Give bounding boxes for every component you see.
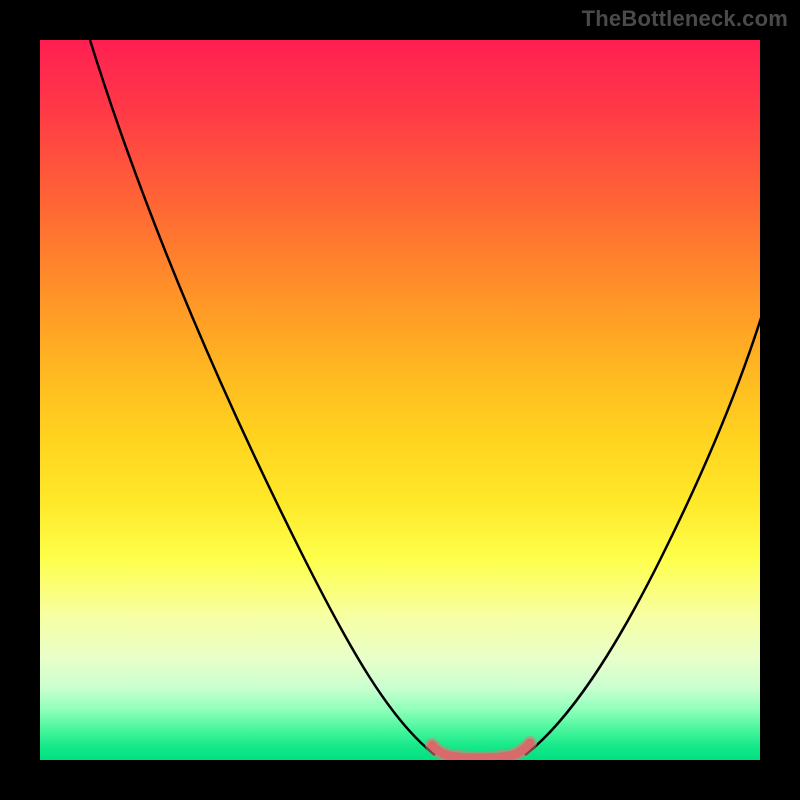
bottleneck-curve-right	[525, 315, 760, 755]
bottleneck-curve-left	[90, 40, 435, 755]
curve-layer	[40, 40, 760, 760]
plot-area	[40, 40, 760, 760]
ideal-band-line	[432, 743, 530, 758]
chart-frame: TheBottleneck.com	[0, 0, 800, 800]
watermark-text: TheBottleneck.com	[582, 6, 788, 32]
